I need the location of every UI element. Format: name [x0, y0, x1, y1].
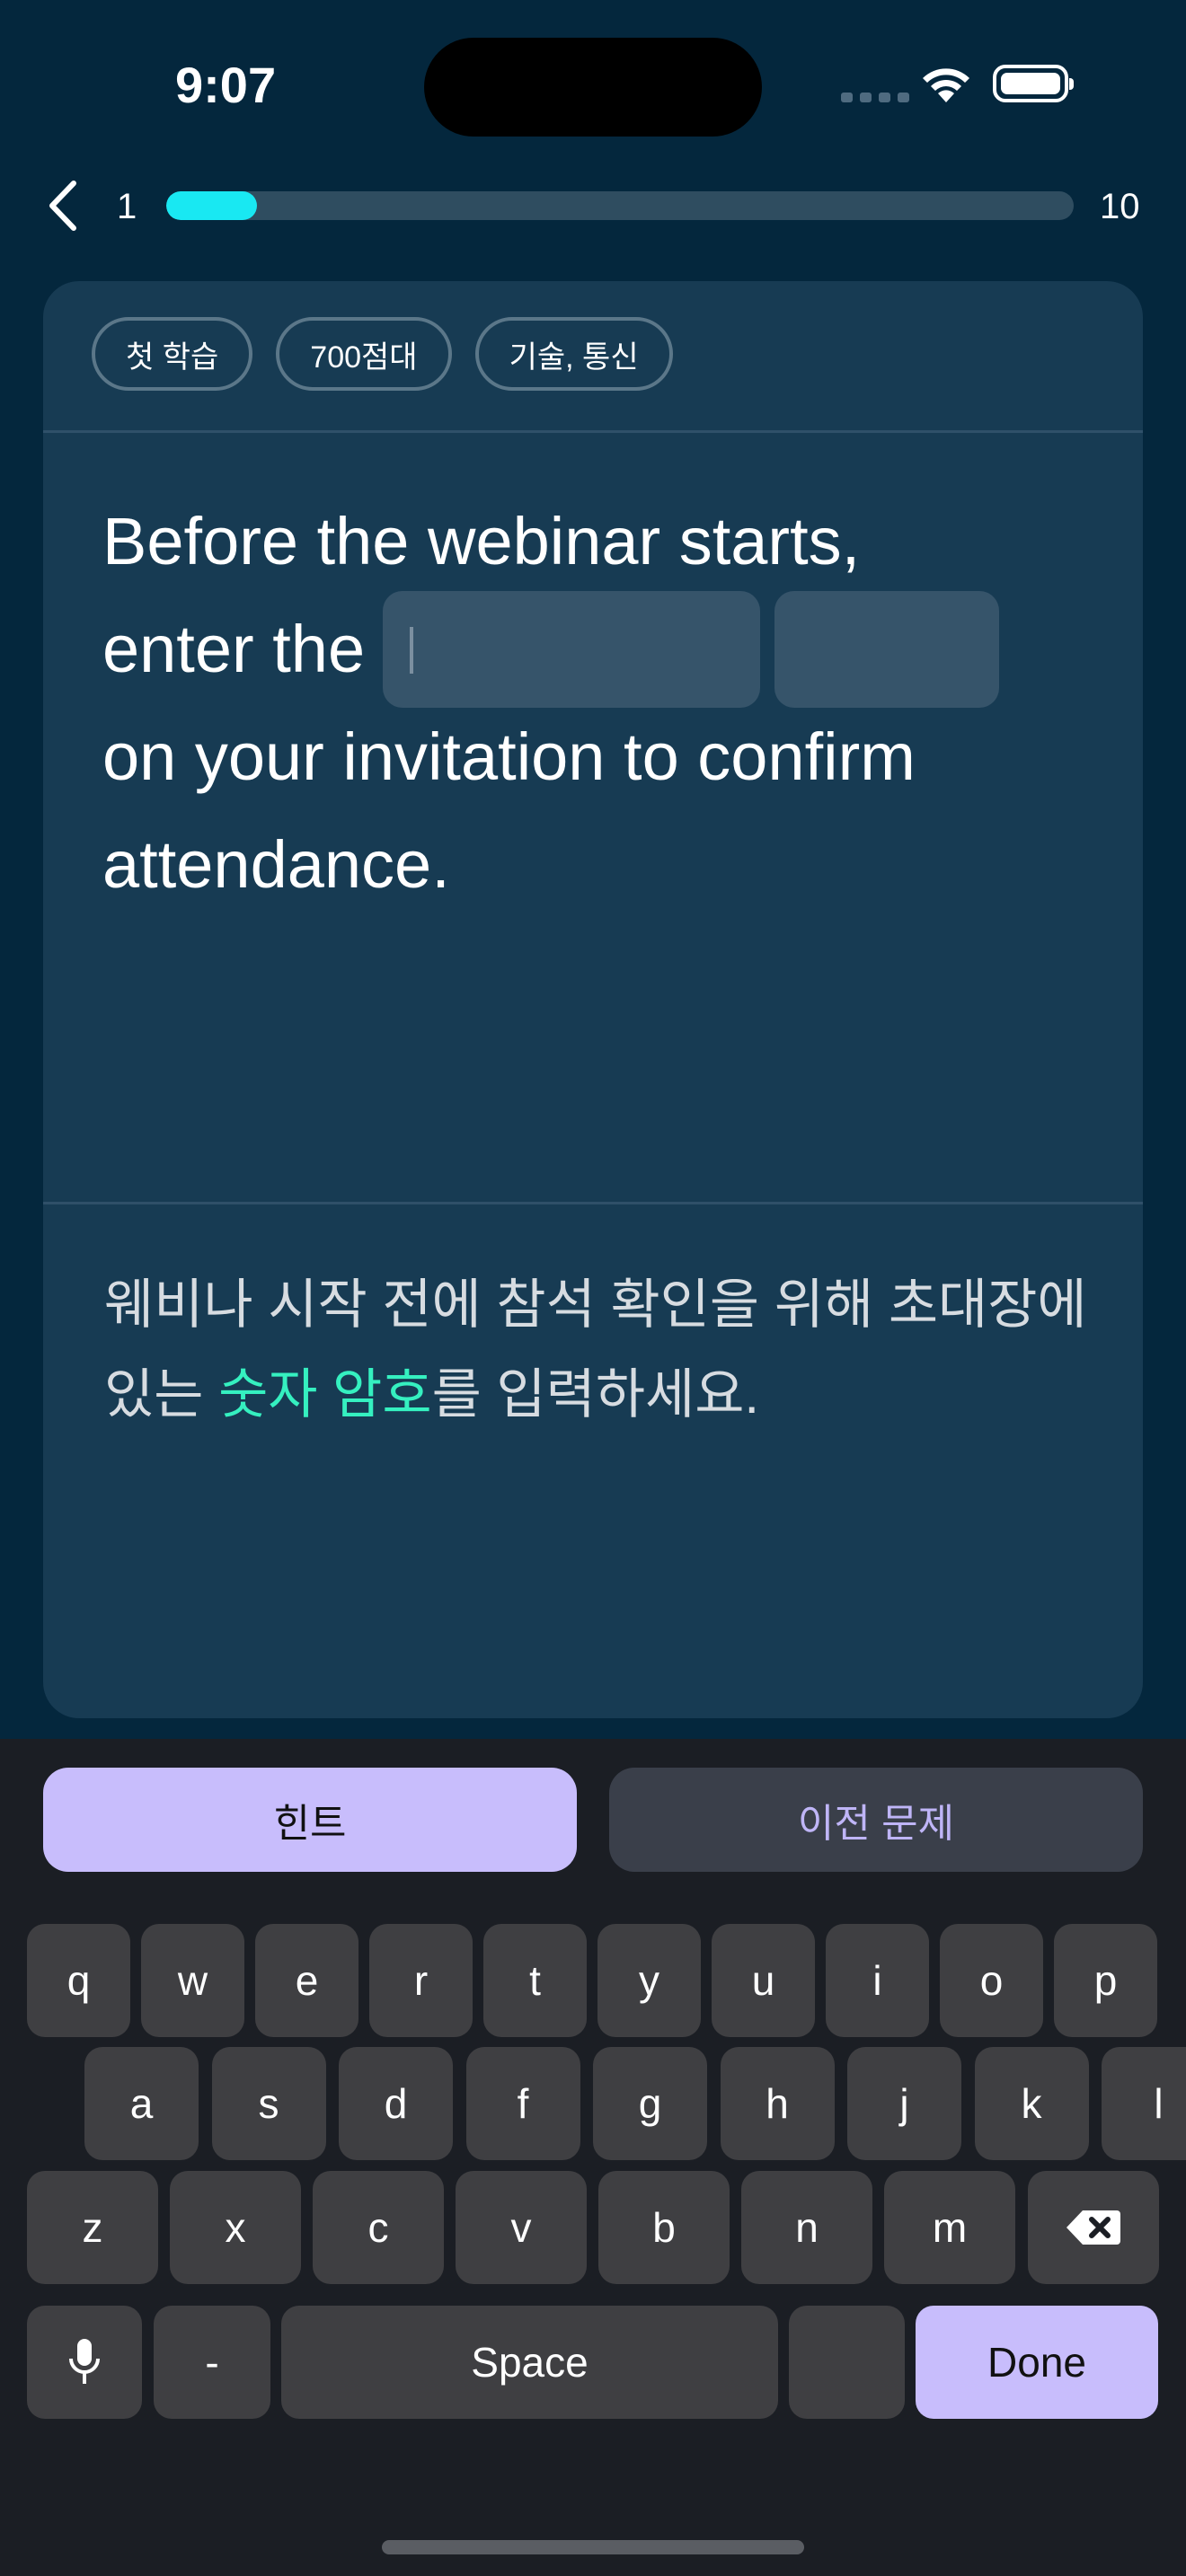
hint-button[interactable]: 힌트	[43, 1768, 577, 1872]
blank-key[interactable]	[789, 2306, 905, 2419]
done-key[interactable]: Done	[916, 2306, 1158, 2419]
card-divider-top	[43, 430, 1143, 433]
question-card: 첫 학습 700점대 기술, 통신 Before the webinar sta…	[43, 281, 1143, 1718]
key-f[interactable]: f	[465, 2047, 580, 2160]
key-j[interactable]: j	[847, 2047, 961, 2160]
key-b[interactable]: b	[598, 2171, 730, 2284]
key-x[interactable]: x	[170, 2171, 301, 2284]
key-z[interactable]: z	[27, 2171, 158, 2284]
dynamic-island	[424, 38, 762, 137]
delete-key[interactable]	[1028, 2171, 1159, 2284]
tag-chips: 첫 학습 700점대 기술, 통신	[92, 317, 673, 391]
previous-question-button[interactable]: 이전 문제	[609, 1768, 1143, 1872]
question-line-1: Before the webinar starts,	[102, 504, 861, 578]
tag-chip-category: 기술, 통신	[474, 317, 673, 391]
key-s[interactable]: s	[211, 2047, 326, 2160]
key-d[interactable]: d	[339, 2047, 453, 2160]
microphone-key[interactable]	[27, 2306, 142, 2419]
key-l[interactable]: l	[1102, 2047, 1186, 2160]
key-r[interactable]: r	[369, 1924, 473, 2037]
wifi-icon	[923, 68, 969, 102]
key-o[interactable]: o	[940, 1924, 1043, 2037]
key-m[interactable]: m	[884, 2171, 1015, 2284]
question-line-4: attendance.	[102, 827, 450, 902]
korean-translation: 웨비나 시작 전에 참석 확인을 위해 초대장에 있는 숫자 암호를 입력하세요…	[104, 1260, 1093, 1440]
signal-dots-icon	[841, 93, 909, 102]
back-button[interactable]	[36, 174, 90, 237]
key-c[interactable]: c	[313, 2171, 444, 2284]
key-e[interactable]: e	[255, 1924, 358, 2037]
progress-header: 1 10	[0, 162, 1186, 251]
question-line-2: enter the	[102, 591, 1100, 708]
dash-key[interactable]: -	[154, 2306, 270, 2419]
key-n[interactable]: n	[741, 2171, 872, 2284]
key-g[interactable]: g	[593, 2047, 707, 2160]
battery-icon	[993, 65, 1074, 102]
home-indicator	[382, 2540, 804, 2554]
translation-highlight: 숫자 암호	[218, 1364, 432, 1425]
answer-blank-1[interactable]	[383, 591, 761, 708]
key-p[interactable]: p	[1054, 1924, 1157, 2037]
key-i[interactable]: i	[826, 1924, 929, 2037]
key-u[interactable]: u	[712, 1924, 815, 2037]
tag-chip-score: 700점대	[276, 317, 452, 391]
key-a[interactable]: a	[84, 2047, 199, 2160]
microphone-icon	[69, 2339, 100, 2384]
key-q[interactable]: q	[27, 1924, 130, 2037]
key-t[interactable]: t	[483, 1924, 587, 2037]
status-time: 9:07	[175, 57, 277, 113]
progress-current: 1	[117, 187, 137, 226]
progress-fill	[166, 191, 257, 220]
answer-blank-2[interactable]	[774, 591, 1000, 708]
status-bar: 9:07	[0, 0, 1186, 162]
question-line-3: on your invitation to confirm	[102, 719, 916, 794]
key-v[interactable]: v	[456, 2171, 587, 2284]
tag-chip-study: 첫 학습	[92, 317, 253, 391]
translation-after: 를 입력하세요.	[431, 1364, 760, 1425]
backspace-icon	[1067, 2210, 1120, 2245]
key-h[interactable]: h	[720, 2047, 835, 2160]
text-caret	[410, 627, 414, 674]
question-sentence: Before the webinar starts, enter the on …	[102, 488, 1100, 919]
question-line-2-prefix: enter the	[102, 612, 366, 686]
progress-total: 10	[1100, 187, 1140, 226]
key-k[interactable]: k	[974, 2047, 1089, 2160]
space-key[interactable]: Space	[281, 2306, 778, 2419]
key-y[interactable]: y	[597, 1924, 701, 2037]
card-divider-middle	[43, 1202, 1143, 1204]
chevron-left-icon	[49, 181, 76, 231]
key-w[interactable]: w	[141, 1924, 244, 2037]
keyboard-area: 힌트 이전 문제 q w e r t y u i o p a s d f g h j k l z x c v b n m - Spac…	[0, 1739, 1186, 2576]
progress-bar	[166, 191, 1074, 220]
